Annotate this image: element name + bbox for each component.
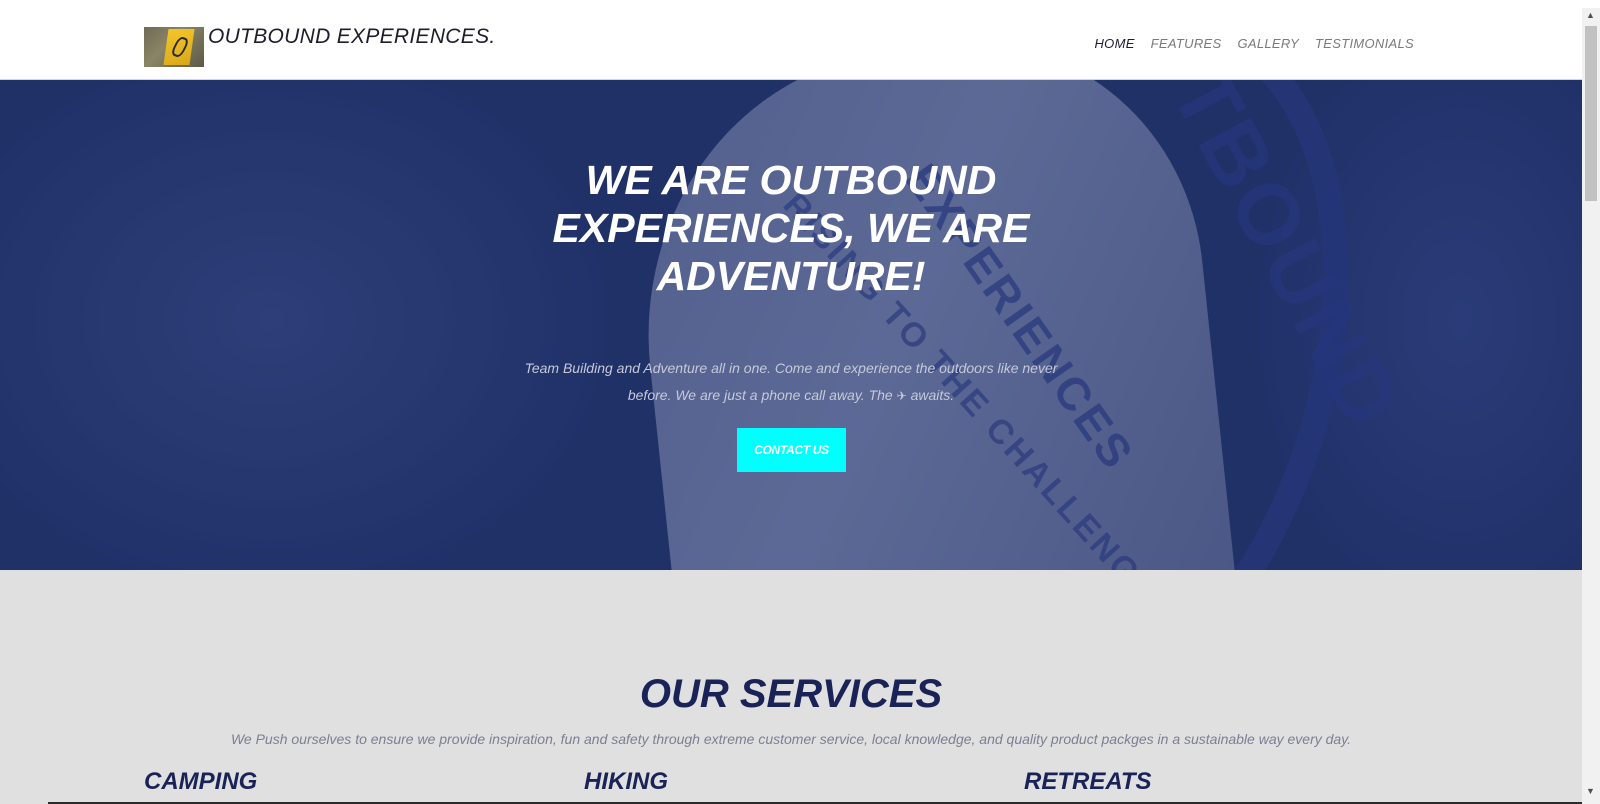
- hero-subtitle-text: Team Building and Adventure all in one. …: [524, 360, 1058, 403]
- vertical-scrollbar[interactable]: ▲ ▼: [1582, 8, 1600, 804]
- nav-item-home[interactable]: HOME: [1094, 36, 1134, 51]
- service-camping-title: CAMPING: [144, 768, 258, 795]
- scroll-down-icon[interactable]: ▼: [1586, 786, 1595, 796]
- flag-logo-icon: [163, 29, 195, 65]
- logo-image[interactable]: [144, 27, 204, 67]
- nav-item-gallery[interactable]: GALLERY: [1237, 36, 1299, 51]
- nav-item-features[interactable]: FEATURES: [1151, 36, 1222, 51]
- nav-item-testimonials[interactable]: TESTIMONIALS: [1315, 36, 1414, 51]
- service-retreats-title: RETREATS: [1024, 768, 1152, 795]
- scrollbar-thumb[interactable]: [1585, 26, 1597, 201]
- airplane-icon: ✈: [896, 389, 907, 403]
- scroll-up-icon[interactable]: ▲: [1586, 10, 1595, 20]
- service-hiking-title: HIKING: [584, 768, 668, 795]
- brand[interactable]: OUTBOUND EXPERIENCES.: [144, 25, 496, 67]
- navbar: OUTBOUND EXPERIENCES. HOME FEATURES GALL…: [0, 8, 1582, 80]
- services-title: OUR SERVICES: [639, 672, 943, 716]
- services-section: OUR SERVICES We Push ourselves to ensure…: [0, 570, 1582, 804]
- hero-section: OUTBOUND EXPERIENCES RISING TO THE CHALL…: [0, 80, 1582, 570]
- hero-subtitle-end: awaits.: [910, 387, 955, 403]
- main-nav: HOME FEATURES GALLERY TESTIMONIALS: [1094, 36, 1414, 51]
- brand-name[interactable]: OUTBOUND EXPERIENCES.: [208, 25, 496, 49]
- hero-title: WE ARE OUTBOUND EXPERIENCES, WE ARE ADVE…: [552, 157, 1030, 299]
- hero-background-image: OUTBOUND EXPERIENCES RISING TO THE CHALL…: [0, 80, 1582, 570]
- hero-subtitle: Team Building and Adventure all in one. …: [520, 355, 1062, 410]
- services-description: We Push ourselves to ensure we provide i…: [230, 731, 1352, 747]
- contact-us-button[interactable]: CONTACT US: [737, 428, 846, 472]
